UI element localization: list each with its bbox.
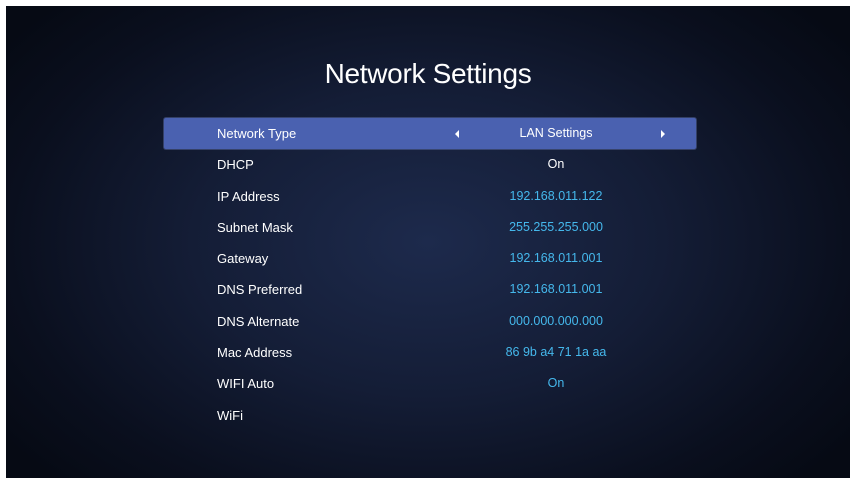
triangle-right-icon[interactable] <box>661 130 665 138</box>
setting-label: WIFI Auto <box>217 376 275 392</box>
setting-value: On <box>547 157 565 172</box>
setting-value: 86 9b a4 71 1a aa <box>505 345 607 360</box>
triangle-left-icon[interactable] <box>455 130 459 138</box>
setting-row-mac-address[interactable]: Mac Address 86 9b a4 71 1a aa <box>164 337 696 368</box>
setting-row-network-type[interactable]: Network Type LAN Settings <box>164 118 696 149</box>
setting-label: Subnet Mask <box>217 219 293 235</box>
setting-label: Gateway <box>217 251 269 267</box>
setting-row-subnet-mask[interactable]: Subnet Mask 255.255.255.000 <box>164 212 696 243</box>
setting-row-gateway[interactable]: Gateway 192.168.011.001 <box>164 243 696 274</box>
setting-value: On <box>547 376 565 391</box>
settings-list: Network Type LAN Settings DHCP On IP Add… <box>164 118 696 431</box>
setting-value: 192.168.011.001 <box>509 282 603 297</box>
setting-label: IP Address <box>217 188 280 204</box>
setting-label: Mac Address <box>217 345 293 361</box>
page-title: Network Settings <box>324 58 532 89</box>
setting-row-ip-address[interactable]: IP Address 192.168.011.122 <box>164 181 696 212</box>
setting-value: LAN Settings <box>519 126 593 140</box>
setting-row-wifi[interactable]: WiFi <box>164 400 696 431</box>
setting-value: 255.255.255.000 <box>509 219 603 234</box>
setting-row-wifi-auto[interactable]: WIFI Auto On <box>164 368 696 399</box>
setting-value: 192.168.011.001 <box>509 251 603 266</box>
setting-label: WiFi <box>217 407 243 423</box>
tv-screen: Network Settings Network Type LAN Settin… <box>6 6 850 478</box>
setting-row-dhcp[interactable]: DHCP On <box>164 149 696 180</box>
setting-value: 000.000.000.000 <box>509 313 603 328</box>
setting-label: Network Type <box>217 126 297 141</box>
setting-value: 192.168.011.122 <box>509 188 603 203</box>
setting-row-dns-alternate[interactable]: DNS Alternate 000.000.000.000 <box>164 306 696 337</box>
setting-label: DHCP <box>217 157 254 173</box>
setting-row-dns-preferred[interactable]: DNS Preferred 192.168.011.001 <box>164 274 696 305</box>
setting-label: DNS Preferred <box>217 282 303 298</box>
setting-label: DNS Alternate <box>217 313 300 329</box>
